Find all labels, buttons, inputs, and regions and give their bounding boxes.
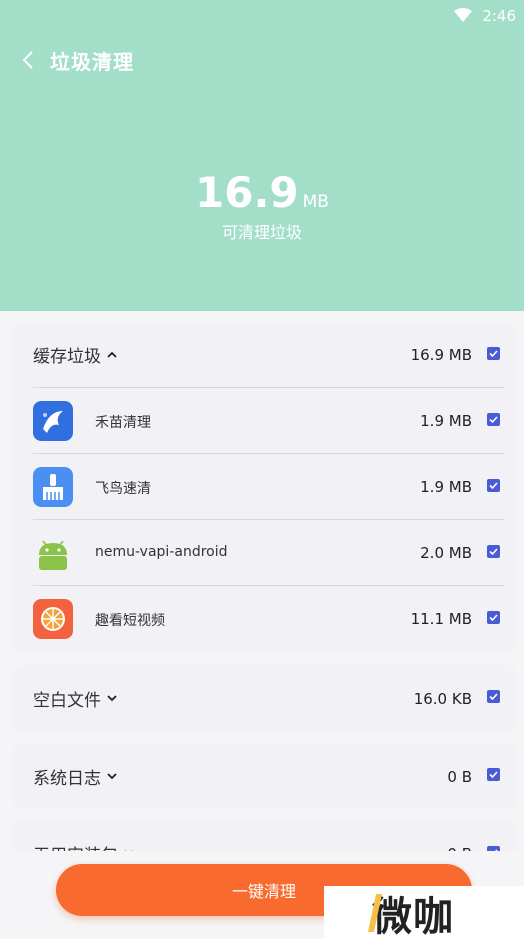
checkbox[interactable]: [487, 768, 500, 781]
app-name: 禾苗清理: [95, 415, 151, 431]
header-panel: 2:46 垃圾清理 16.9 MB 可清理垃圾: [0, 0, 524, 311]
status-bar: 2:46: [0, 0, 524, 32]
checkbox[interactable]: [487, 690, 500, 703]
checkbox[interactable]: [487, 413, 500, 426]
app-size: 1.9 MB: [420, 478, 472, 496]
orange-slice-app-icon: [33, 599, 73, 639]
app-name: nemu-vapi-android: [95, 544, 228, 560]
checkbox[interactable]: [487, 545, 500, 558]
category-card-logs[interactable]: 系统日志 0 B: [13, 743, 517, 809]
category-card-cache: 缓存垃圾 16.9 MB 禾苗清理 1.9 MB 飞鸟速清 1.9 MB nem…: [13, 322, 517, 654]
category-size: 0 B: [447, 768, 472, 786]
junk-total-unit: MB: [302, 192, 329, 212]
checkbox[interactable]: [487, 611, 500, 624]
wifi-icon: [454, 8, 472, 22]
app-row[interactable]: 趣看短视频 11.1 MB: [33, 586, 517, 652]
category-card-blank[interactable]: 空白文件 16.0 KB: [13, 665, 517, 731]
check-icon: [489, 771, 498, 779]
chevron-up-icon[interactable]: [107, 351, 117, 358]
checkbox[interactable]: [487, 347, 500, 360]
check-icon: [489, 548, 498, 556]
app-name: 飞鸟速清: [95, 481, 151, 497]
app-size: 1.9 MB: [420, 412, 472, 430]
page-title: 垃圾清理: [50, 49, 134, 74]
status-time: 2:46: [482, 7, 516, 25]
check-icon: [489, 614, 498, 622]
check-icon: [489, 693, 498, 701]
chevron-down-icon[interactable]: [107, 694, 117, 702]
app-name: 趣看短视频: [95, 613, 165, 629]
junk-total-value: 16.9: [195, 168, 299, 217]
app-row[interactable]: 飞鸟速清 1.9 MB: [33, 454, 517, 520]
check-icon: [489, 350, 498, 358]
back-arrow-icon[interactable]: [20, 50, 36, 70]
checkbox[interactable]: [487, 479, 500, 492]
category-label: 空白文件: [33, 690, 101, 711]
junk-subtitle: 可清理垃圾: [221, 223, 302, 242]
category-row-logs[interactable]: 系统日志: [33, 764, 497, 789]
app-size: 11.1 MB: [410, 610, 472, 628]
category-label: 缓存垃圾: [33, 346, 101, 367]
nav-bar: 垃圾清理: [20, 46, 134, 74]
category-size: 16.0 KB: [413, 690, 472, 708]
android-icon: [33, 533, 73, 573]
check-icon: [489, 416, 498, 424]
category-size: 16.9 MB: [410, 346, 472, 364]
app-row[interactable]: 禾苗清理 1.9 MB: [33, 388, 517, 454]
watermark-text: 微咖: [372, 893, 454, 939]
chevron-down-icon[interactable]: [107, 772, 117, 780]
check-icon: [489, 482, 498, 490]
fish-app-icon: [33, 401, 73, 441]
junk-total: 16.9 MB: [0, 168, 524, 217]
app-size: 2.0 MB: [420, 544, 472, 562]
watermark-logo: 微咖: [324, 886, 524, 939]
broom-app-icon: [33, 467, 73, 507]
app-row[interactable]: nemu-vapi-android 2.0 MB: [33, 520, 517, 586]
category-label: 系统日志: [33, 768, 101, 789]
